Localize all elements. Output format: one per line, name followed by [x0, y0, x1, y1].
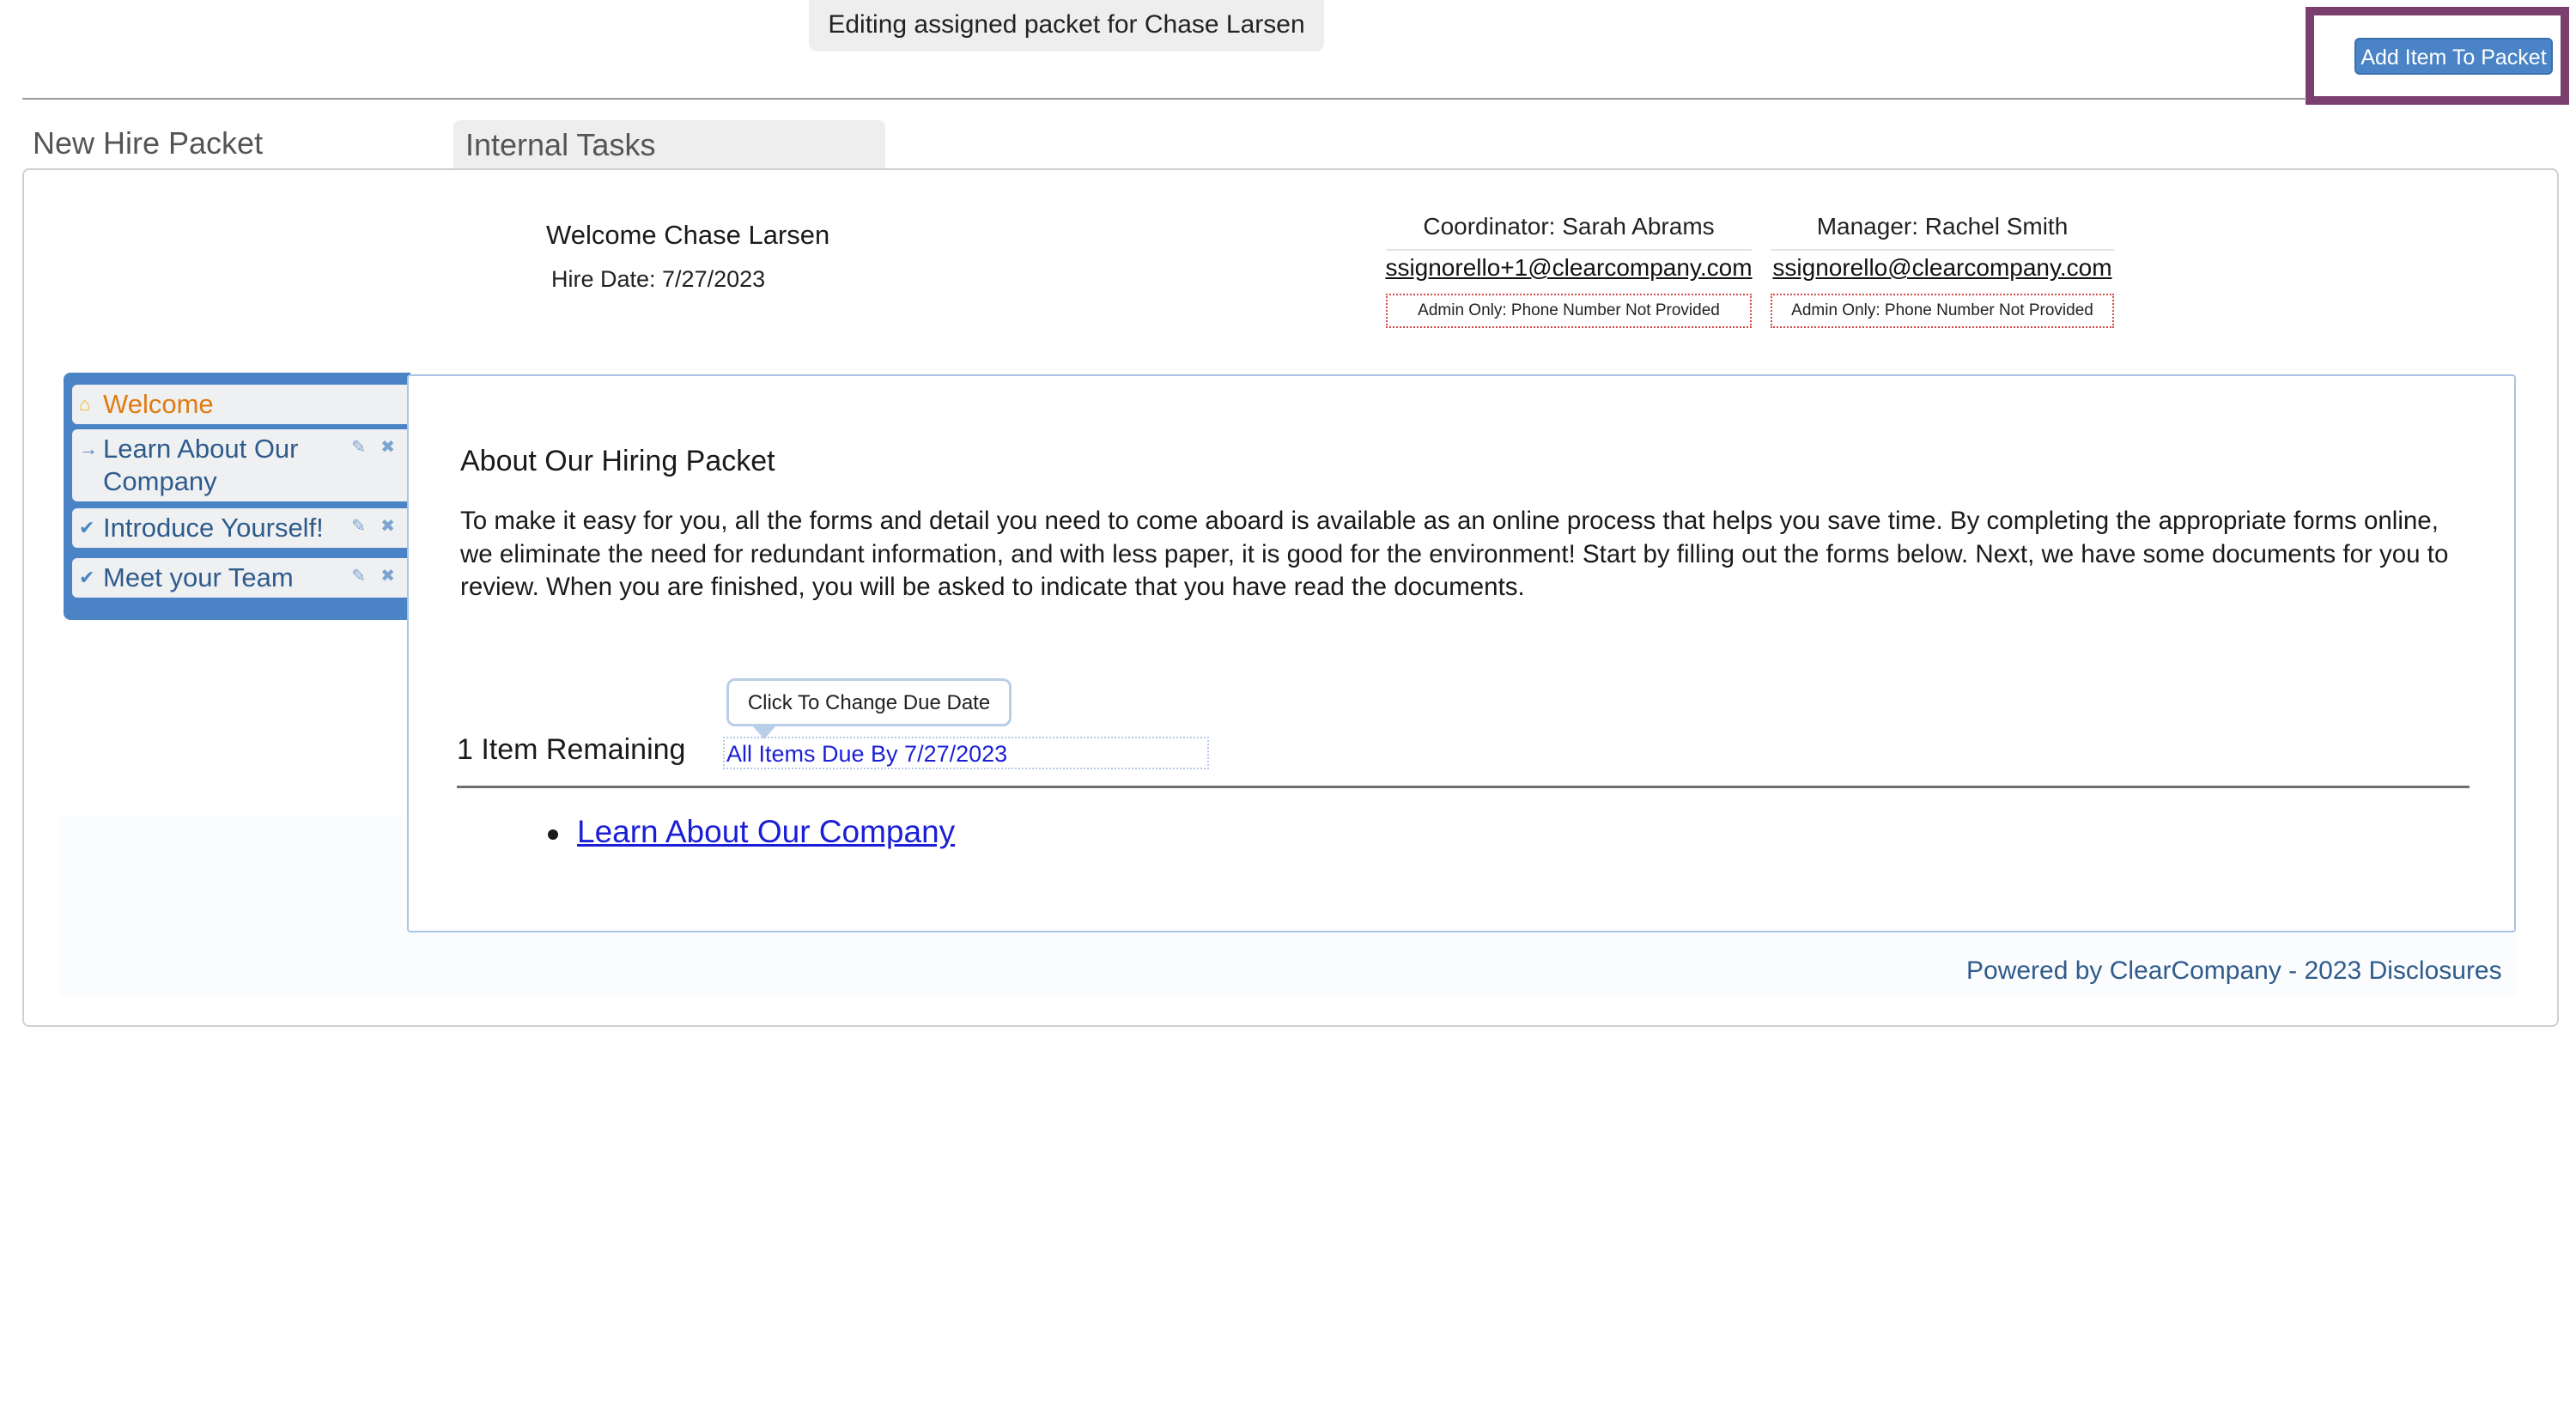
due-date-link[interactable]: All Items Due By 7/27/2023	[723, 737, 1209, 769]
edit-icon[interactable]: ✎	[351, 436, 366, 458]
edit-icon[interactable]: ✎	[351, 565, 366, 586]
check-icon: ✔	[79, 567, 95, 588]
welcome-heading: Welcome Chase Larsen	[546, 220, 830, 250]
section-body-text: To make it easy for you, all the forms a…	[460, 507, 2449, 601]
items-remaining-count: 1 Item Remaining	[457, 733, 686, 766]
manager-phone-notice: Admin Only: Phone Number Not Provided	[1771, 294, 2114, 328]
edit-icon[interactable]: ✎	[351, 515, 366, 537]
delete-icon[interactable]: ✖	[380, 565, 395, 586]
powered-by-footer-link[interactable]: Powered by ClearCompany - 2023 Disclosur…	[1966, 956, 2502, 986]
coordinator-divider	[1386, 249, 1752, 251]
sidebar-item-label: Welcome	[103, 389, 214, 419]
sidebar-item-welcome[interactable]: ⌂ Welcome	[72, 385, 407, 424]
sidebar-item-meet-your-team[interactable]: ✔ Meet your Team ✎ ✖	[72, 558, 407, 598]
header-divider	[22, 98, 2306, 100]
sidebar-item-introduce-yourself[interactable]: ✔ Introduce Yourself! ✎ ✖	[72, 508, 407, 548]
hire-date: Hire Date: 7/27/2023	[551, 266, 766, 292]
coordinator-phone-notice: Admin Only: Phone Number Not Provided	[1386, 294, 1752, 328]
home-icon: ⌂	[79, 393, 91, 415]
packet-item-link[interactable]: Learn About Our Company	[577, 814, 955, 850]
manager-name: Manager: Rachel Smith	[1816, 213, 2069, 240]
manager-email-link[interactable]: ssignorello@clearcompany.com	[1762, 254, 2123, 282]
sidebar-item-learn-about-our-company[interactable]: → Learn About Our Company ✎ ✖	[72, 429, 407, 501]
sidebar-item-label: Learn About Our Company	[103, 434, 299, 496]
coordinator-email-link[interactable]: ssignorello+1@clearcompany.com	[1379, 254, 1759, 282]
check-icon: ✔	[79, 517, 95, 538]
delete-icon[interactable]: ✖	[380, 515, 395, 537]
add-item-to-packet-button[interactable]: Add Item To Packet	[2354, 38, 2553, 75]
sidebar-item-label: Introduce Yourself!	[103, 513, 324, 543]
arrow-right-icon: →	[79, 438, 98, 459]
delete-icon[interactable]: ✖	[380, 436, 395, 458]
sidebar-item-label: Meet your Team	[103, 562, 294, 592]
tab-new-hire-packet[interactable]: New Hire Packet	[33, 125, 263, 161]
editing-banner: Editing assigned packet for Chase Larsen	[809, 0, 1324, 52]
section-heading: About Our Hiring Packet	[460, 445, 775, 477]
items-divider	[457, 786, 2470, 788]
list-bullet	[548, 829, 558, 840]
due-date-tooltip: Click To Change Due Date	[726, 678, 1012, 726]
packet-sidebar: ⌂ Welcome → Learn About Our Company ✎ ✖ …	[64, 373, 410, 620]
coordinator-name: Coordinator: Sarah Abrams	[1423, 213, 1715, 240]
manager-divider	[1771, 249, 2114, 251]
tab-internal-tasks[interactable]: Internal Tasks	[453, 120, 885, 170]
